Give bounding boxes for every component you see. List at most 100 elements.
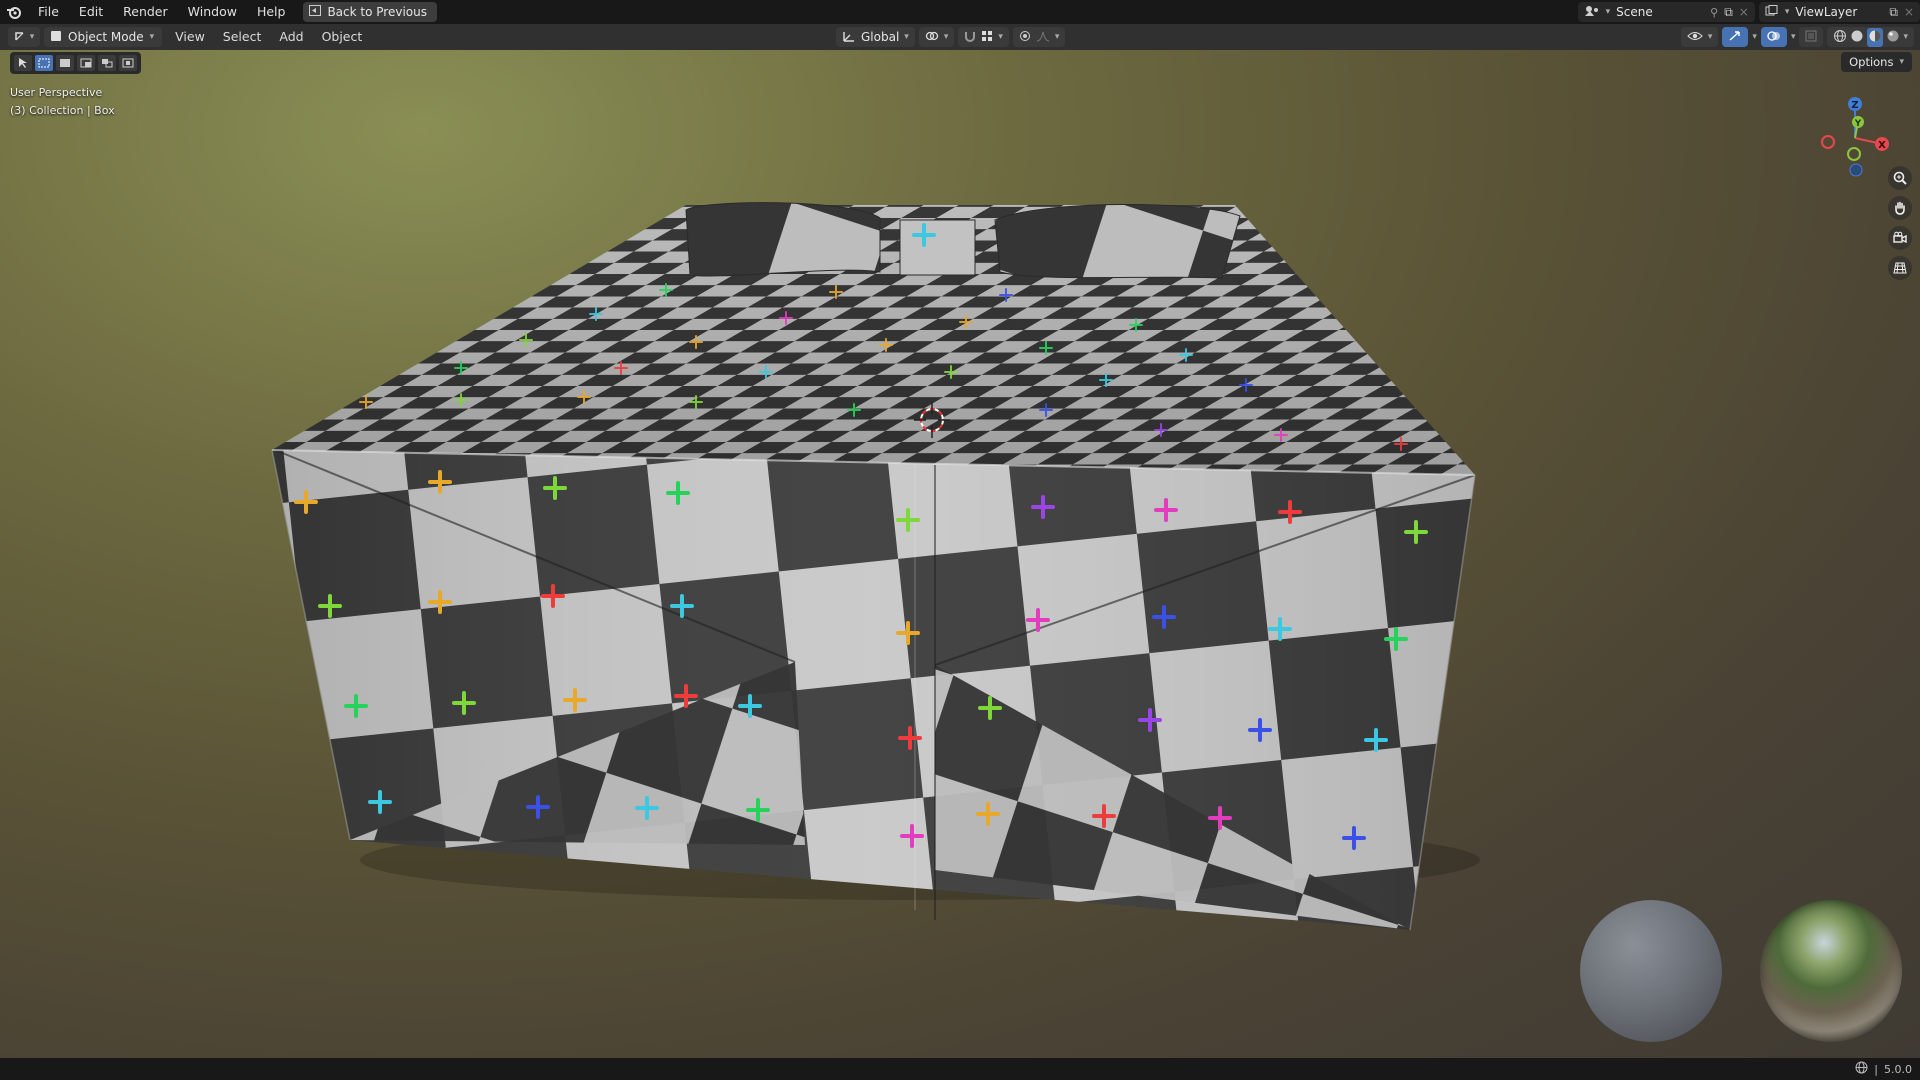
object-mode-label: Object Mode <box>68 30 144 44</box>
chevron-down-icon: ▾ <box>998 32 1003 42</box>
svg-text:Z: Z <box>1851 100 1858 111</box>
chevron-down-icon: ▾ <box>149 32 155 42</box>
chevron-down-icon: ▾ <box>29 32 35 42</box>
select-box-extend-icon[interactable] <box>56 55 74 71</box>
transform-controls: Global ▾ ▾ ▾ ▾ <box>836 27 1066 47</box>
xray-icon <box>1805 30 1817 45</box>
transform-orientation-label: Global <box>861 30 900 44</box>
visibility-dropdown[interactable]: ▾ <box>1680 27 1719 47</box>
zoom-icon[interactable] <box>1888 166 1912 190</box>
chevron-down-icon: ▾ <box>943 32 949 42</box>
snap-magnet-icon[interactable] <box>964 30 976 45</box>
pivot-point-dropdown[interactable]: ▾ <box>918 27 955 47</box>
main-menu: File Edit Render Window Help <box>28 0 295 24</box>
chevron-down-icon[interactable]: ▾ <box>1752 32 1757 42</box>
menu-edit[interactable]: Edit <box>69 0 113 24</box>
version-separator: | <box>1874 1062 1878 1076</box>
scene-icon <box>1584 5 1600 20</box>
falloff-curve-icon[interactable] <box>1036 30 1050 45</box>
svg-text:X: X <box>1878 140 1886 151</box>
camera-view-icon[interactable] <box>1888 226 1912 250</box>
viewport-menus: View Select Add Object <box>166 25 371 49</box>
scene-name[interactable]: Scene <box>1616 5 1704 19</box>
editor-type-selector[interactable]: ▾ <box>8 27 40 47</box>
pan-hand-icon[interactable] <box>1888 196 1912 220</box>
new-scene-icon[interactable]: ⧉ <box>1724 5 1733 20</box>
snap-grid-icon[interactable] <box>981 30 993 45</box>
xray-toggle[interactable] <box>1799 27 1824 47</box>
menu-select[interactable]: Select <box>214 25 271 49</box>
collection-label: (3) Collection | Box <box>10 104 115 117</box>
3d-viewport[interactable]: User Perspective (3) Collection | Box Op… <box>0 50 1920 1058</box>
proportional-editing-icon[interactable] <box>1019 30 1031 45</box>
object-mode-icon <box>50 30 62 45</box>
3d-viewport-icon <box>14 30 28 45</box>
matcap-preview-sphere <box>1580 900 1722 1042</box>
select-box-subtract-icon[interactable] <box>77 55 95 71</box>
top-bar: File Edit Render Window Help Back to Pre… <box>0 0 1920 24</box>
close-icon[interactable]: × <box>1904 5 1914 19</box>
transform-orientation-dropdown[interactable]: Global ▾ <box>836 27 915 47</box>
network-globe-icon <box>1855 1061 1868 1077</box>
menu-add[interactable]: Add <box>270 25 312 49</box>
top-right-controls: ▾ Scene ⚲ ⧉ × ▾ ViewLayer ⧉ × <box>1577 0 1920 24</box>
solid-shading-icon[interactable] <box>1850 29 1864 46</box>
chevron-down-icon: ▾ <box>1707 32 1713 42</box>
menu-render[interactable]: Render <box>113 0 178 24</box>
view-layer-name[interactable]: ViewLayer <box>1795 5 1883 19</box>
chevron-down-icon: ▾ <box>1784 7 1790 17</box>
orientation-axes-icon <box>842 30 856 45</box>
new-view-layer-icon[interactable]: ⧉ <box>1889 5 1898 20</box>
chevron-down-icon: ▾ <box>1605 7 1611 17</box>
pin-icon[interactable]: ⚲ <box>1710 6 1718 19</box>
perspective-label: User Perspective <box>10 86 103 99</box>
pivot-link-icon <box>925 30 939 45</box>
menu-view[interactable]: View <box>166 25 214 49</box>
view-layer-selector[interactable]: ▾ ViewLayer ⧉ × <box>1758 2 1920 22</box>
select-box-invert-icon[interactable] <box>98 55 116 71</box>
chevron-down-icon: ▾ <box>1054 32 1060 42</box>
proportional-editing-controls[interactable]: ▾ <box>1012 27 1066 47</box>
back-to-previous-button[interactable]: Back to Previous <box>303 2 437 22</box>
hdri-preview-sphere <box>1760 900 1902 1042</box>
viewport-display-controls: ▾ ▾ ▾ ▾ <box>1680 27 1914 47</box>
screen-back-icon <box>309 5 322 19</box>
wireframe-shading-icon[interactable] <box>1833 29 1847 46</box>
blender-version: 5.0.0 <box>1884 1062 1912 1076</box>
view-layer-icon <box>1765 4 1779 20</box>
viewport-header: ▾ Object Mode ▾ View Select Add Object G… <box>0 24 1920 50</box>
overlays-toggle[interactable] <box>1760 27 1787 47</box>
shading-modes[interactable]: ▾ <box>1827 27 1914 47</box>
menu-file[interactable]: File <box>28 0 69 24</box>
back-to-previous-label: Back to Previous <box>327 5 427 19</box>
blender-logo-icon[interactable] <box>0 0 28 24</box>
chevron-down-icon: ▾ <box>904 32 909 42</box>
navigation-gizmo[interactable]: Z X Y <box>1810 88 1900 178</box>
status-bar: | 5.0.0 <box>0 1058 1920 1080</box>
menu-object[interactable]: Object <box>313 25 372 49</box>
close-icon[interactable]: × <box>1739 5 1749 19</box>
menu-help[interactable]: Help <box>247 0 296 24</box>
viewport-info-overlay: User Perspective (3) Collection | Box <box>10 84 115 120</box>
options-dropdown[interactable]: Options ▾ <box>1841 52 1912 72</box>
gizmo-y-negative <box>1847 147 1861 161</box>
select-tool-icon[interactable] <box>14 55 32 71</box>
chevron-down-icon: ▾ <box>1899 57 1904 67</box>
object-mode-dropdown[interactable]: Object Mode ▾ <box>44 27 163 47</box>
gizmo-toggle[interactable] <box>1722 27 1749 47</box>
gizmo-x-negative <box>1821 135 1835 149</box>
overlays-icon <box>1767 30 1781 45</box>
scene-selector[interactable]: ▾ Scene ⚲ ⧉ × <box>1577 2 1755 22</box>
rendered-shading-icon[interactable] <box>1886 29 1900 46</box>
chevron-down-icon[interactable]: ▾ <box>1791 32 1796 42</box>
chevron-down-icon[interactable]: ▾ <box>1903 32 1908 42</box>
snap-controls[interactable]: ▾ <box>958 27 1009 47</box>
material-preview-shading-icon[interactable] <box>1867 27 1884 47</box>
navigation-buttons <box>1888 166 1912 280</box>
perspective-toggle-icon[interactable] <box>1888 256 1912 280</box>
options-label: Options <box>1849 55 1894 69</box>
select-box-new-icon[interactable] <box>35 55 53 71</box>
select-box-intersect-icon[interactable] <box>119 55 137 71</box>
menu-window[interactable]: Window <box>178 0 247 24</box>
svg-text:Y: Y <box>1854 119 1862 129</box>
